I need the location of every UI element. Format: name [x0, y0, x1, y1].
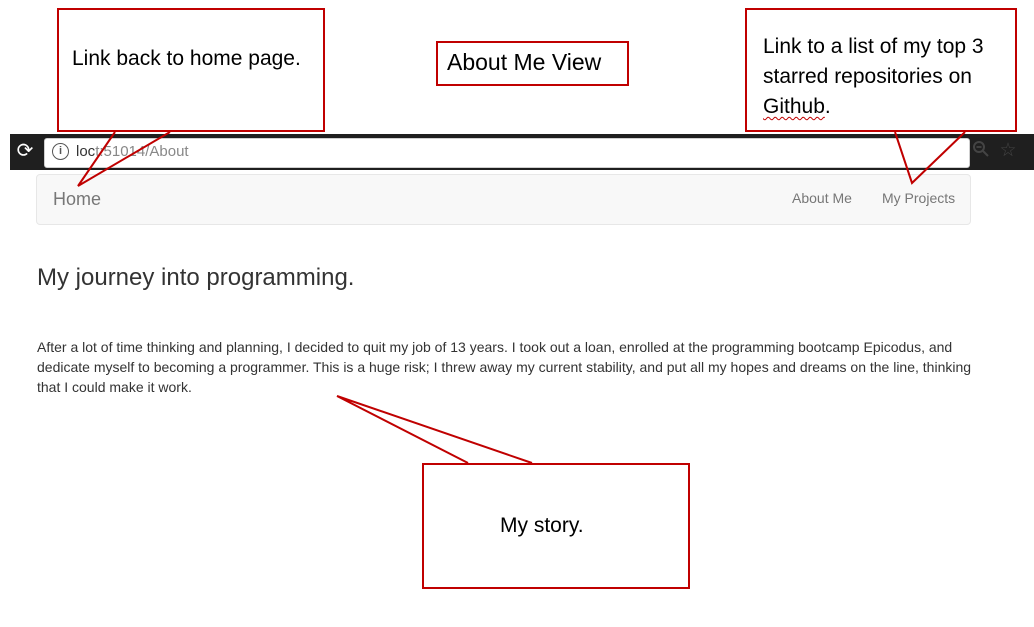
- projects-callout-main: Link to a list of my top 3 starred repos…: [763, 35, 984, 88]
- star-icon[interactable]: ☆: [997, 140, 1019, 162]
- projects-callout-github: Github: [763, 95, 825, 118]
- zoom-out-icon[interactable]: [970, 140, 992, 162]
- page-title: My journey into programming.: [37, 264, 355, 291]
- home-callout-text: Link back to home page.: [72, 47, 301, 70]
- url-visible: loc: [76, 143, 96, 160]
- reload-icon[interactable]: ⟳: [14, 140, 36, 162]
- home-link[interactable]: Home: [53, 189, 101, 210]
- url-text[interactable]: loct:51014/About: [76, 143, 189, 160]
- projects-callout-text: Link to a list of my top 3 starred repos…: [763, 32, 1013, 122]
- nav-my-projects[interactable]: My Projects: [882, 190, 955, 206]
- story-callout-text: My story.: [500, 514, 584, 537]
- url-hidden: t:51014/About: [95, 143, 189, 160]
- nav-about-me[interactable]: About Me: [792, 190, 852, 206]
- projects-callout-end: .: [824, 95, 831, 118]
- info-icon[interactable]: i: [52, 143, 69, 160]
- story-paragraph: After a lot of time thinking and plannin…: [37, 339, 972, 395]
- view-title-text: About Me View: [447, 49, 602, 75]
